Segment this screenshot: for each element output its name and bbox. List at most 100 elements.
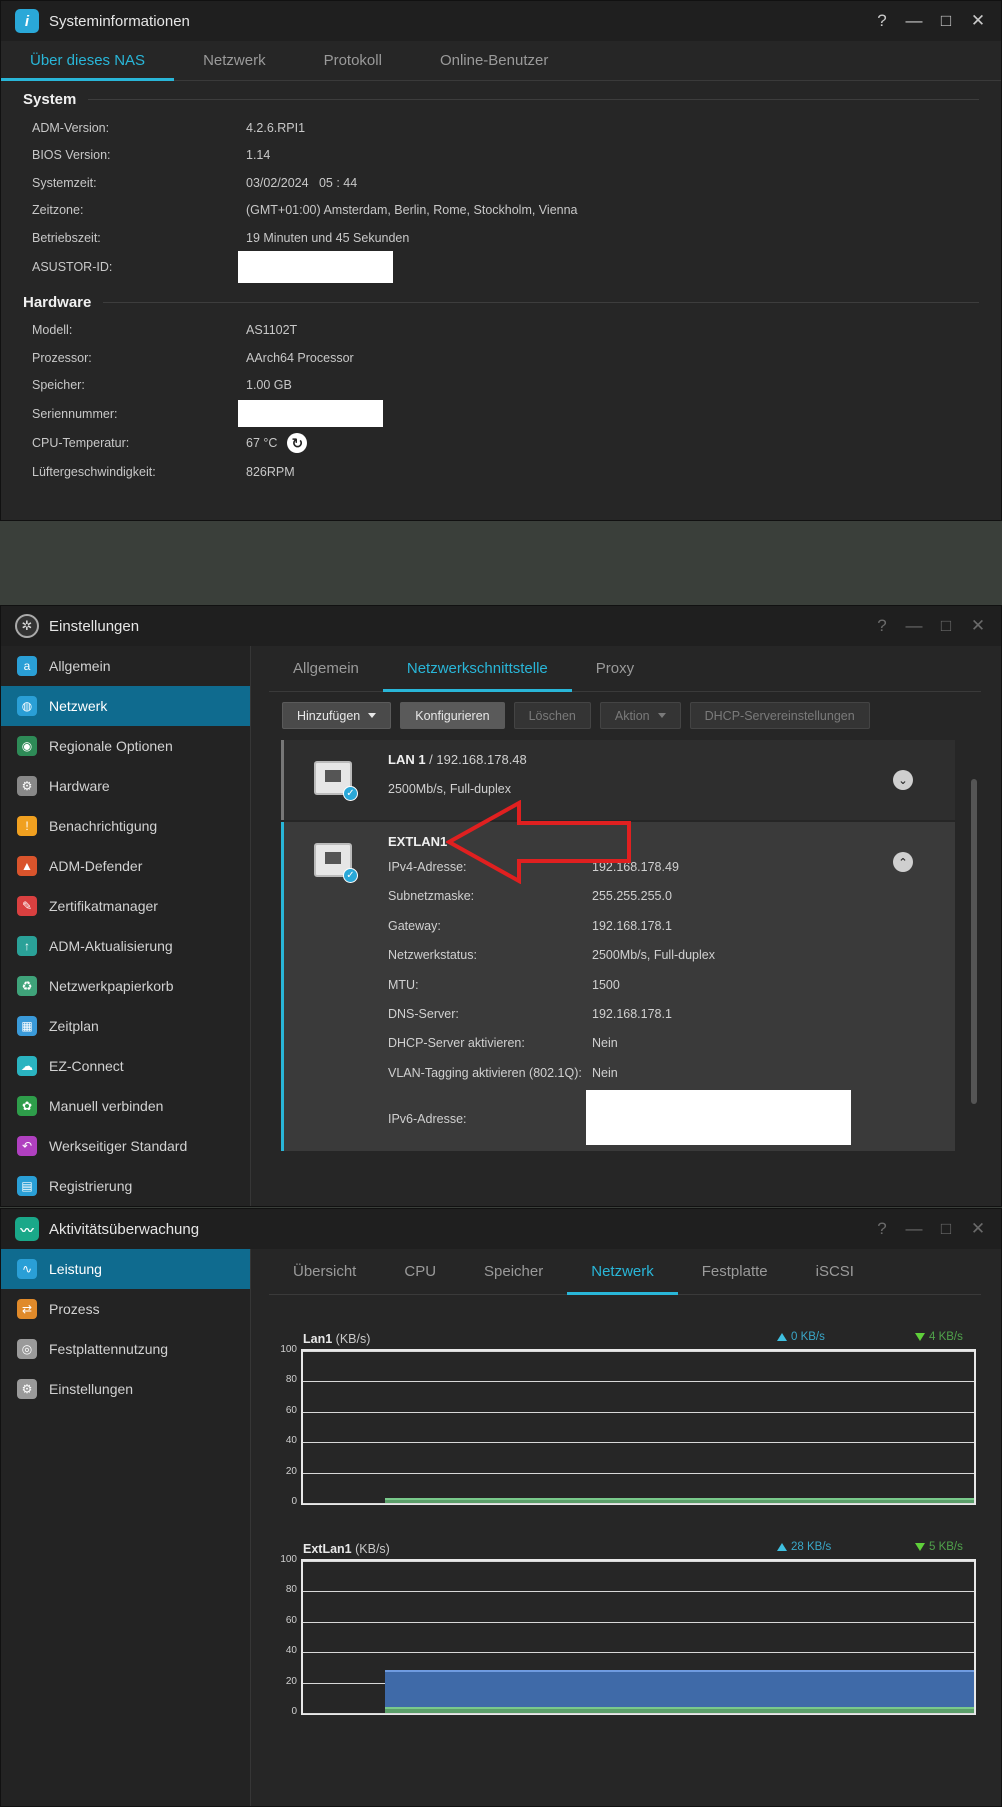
- network-port-icon: ✓: [314, 761, 358, 801]
- sidebar-item-einstellungen[interactable]: ⚙ Einstellungen: [1, 1369, 250, 1409]
- y-tick-label: 0: [291, 1496, 297, 1507]
- minimize-icon[interactable]: —: [905, 1219, 923, 1238]
- tab-disk[interactable]: Festplatte: [678, 1249, 792, 1294]
- detail-value: Nein: [592, 1036, 618, 1051]
- monitor-titlebar[interactable]: 〰 Aktivitätsüberwachung ? — □ ✕: [1, 1209, 1001, 1249]
- help-icon[interactable]: ?: [873, 1219, 891, 1238]
- sidebar-item-adm-defender[interactable]: ▲ ADM-Defender: [1, 846, 250, 886]
- check-icon: ✓: [343, 786, 358, 801]
- extlan1-detail-row: DHCP-Server aktivieren: Nein: [388, 1036, 618, 1050]
- tab-online-users[interactable]: Online-Benutzer: [411, 41, 577, 80]
- sidebar-item-adm-aktualisierung[interactable]: ↑ ADM-Aktualisierung: [1, 926, 250, 966]
- y-tick-label: 100: [280, 1554, 297, 1565]
- chart-title: ExtLan1 (KB/s): [303, 1542, 390, 1556]
- window-title: Aktivitätsüberwachung: [49, 1220, 200, 1238]
- close-icon[interactable]: ✕: [969, 1219, 987, 1238]
- download-rate: 4 KB/s: [915, 1331, 963, 1343]
- manual-connect-icon: ✿: [17, 1096, 37, 1116]
- extlan1-detail-row: Netzwerkstatus: 2500Mb/s, Full-duplex: [388, 948, 715, 962]
- scrollbar[interactable]: [971, 779, 977, 1104]
- sidebar-item-netzwerk[interactable]: ◍ Netzwerk: [1, 686, 250, 726]
- action-button[interactable]: Aktion: [599, 702, 681, 729]
- sidebar-item-werkseitiger-standard[interactable]: ↶ Werkseitiger Standard: [1, 1126, 250, 1166]
- general-icon: a: [17, 656, 37, 676]
- redacted-serial-number: [238, 400, 383, 427]
- tab-proxy[interactable]: Proxy: [572, 646, 658, 691]
- maximize-icon[interactable]: □: [937, 11, 955, 30]
- sidebar-item-registrierung[interactable]: ▤ Registrierung: [1, 1166, 250, 1206]
- minimize-icon[interactable]: —: [905, 616, 923, 635]
- detail-label: VLAN-Tagging aktivieren (802.1Q):: [388, 1065, 582, 1080]
- defender-icon: ▲: [17, 856, 37, 876]
- sidebar-item-zertifikatmanager[interactable]: ✎ Zertifikatmanager: [1, 886, 250, 926]
- settings-gear-icon: ⚙: [17, 1379, 37, 1399]
- tab-about-nas[interactable]: Über dieses NAS: [1, 41, 175, 81]
- info-row: Speicher: 1.00 GB: [32, 378, 292, 393]
- sidebar-item-ez-connect[interactable]: ☁ EZ-Connect: [1, 1046, 250, 1086]
- close-icon[interactable]: ✕: [969, 616, 987, 635]
- sidebar-item-hardware[interactable]: ⚙ Hardware: [1, 766, 250, 806]
- notification-icon: !: [17, 816, 37, 836]
- tab-memory[interactable]: Speicher: [460, 1249, 567, 1294]
- detail-label: MTU:: [388, 977, 419, 992]
- arrow-up-icon: [777, 1333, 787, 1341]
- sidebar-item-prozess[interactable]: ⇄ Prozess: [1, 1289, 250, 1329]
- ipv6-label: IPv6-Adresse:: [388, 1112, 467, 1126]
- redacted-ipv6-address: [586, 1090, 851, 1145]
- maximize-icon[interactable]: □: [937, 616, 955, 635]
- sidebar-item-manuell-verbinden[interactable]: ✿ Manuell verbinden: [1, 1086, 250, 1126]
- sidebar-item-zeitplan[interactable]: ▦ Zeitplan: [1, 1006, 250, 1046]
- refresh-icon[interactable]: ↻: [287, 433, 308, 453]
- delete-button[interactable]: Löschen: [513, 702, 591, 729]
- close-icon[interactable]: ✕: [969, 11, 987, 30]
- sidebar-item-allgemein[interactable]: a Allgemein: [1, 646, 250, 686]
- sidebar-item-leistung[interactable]: ∿ Leistung: [1, 1249, 250, 1289]
- chevron-up-icon[interactable]: ⌃: [893, 852, 913, 872]
- gridline: [303, 1472, 974, 1474]
- info-row: Lüftergeschwindigkeit: 826RPM: [32, 464, 295, 479]
- tab-network[interactable]: Netzwerk: [174, 41, 295, 80]
- sidebar-item-netzwerkpapierkorb[interactable]: ♻ Netzwerkpapierkorb: [1, 966, 250, 1006]
- sidebar-item-label: Zertifikatmanager: [49, 898, 158, 914]
- sidebar-item-label: ADM-Defender: [49, 858, 143, 874]
- y-tick-label: 20: [285, 1465, 297, 1477]
- dhcp-settings-button[interactable]: DHCP-Servereinstellungen: [689, 702, 870, 729]
- tab-general[interactable]: Allgemein: [269, 646, 383, 691]
- chevron-down-icon: [657, 713, 666, 718]
- help-icon[interactable]: ?: [873, 616, 891, 635]
- configure-button[interactable]: Konfigurieren: [400, 702, 505, 729]
- chart-title: Lan1 (KB/s): [303, 1332, 371, 1346]
- tab-overview[interactable]: Übersicht: [269, 1249, 380, 1294]
- extlan1-detail-row: VLAN-Tagging aktivieren (802.1Q): Nein: [388, 1066, 618, 1080]
- settings-titlebar[interactable]: ✲ Einstellungen ? — □ ✕: [1, 606, 1001, 646]
- arrow-up-icon: [777, 1543, 787, 1551]
- sidebar-item-label: Regionale Optionen: [49, 738, 173, 754]
- sidebar-item-benachrichtigung[interactable]: ! Benachrichtigung: [1, 806, 250, 846]
- minimize-icon[interactable]: —: [905, 11, 923, 30]
- chevron-down-icon[interactable]: ⌄: [893, 770, 913, 790]
- detail-value: 255.255.255.0: [592, 889, 672, 904]
- sidebar-item-festplattennutzung[interactable]: ◎ Festplattennutzung: [1, 1329, 250, 1369]
- detail-value: Nein: [592, 1065, 618, 1080]
- sysinfo-titlebar[interactable]: i Systeminformationen ? — □ ✕: [1, 1, 1001, 41]
- y-tick-label: 0: [291, 1706, 297, 1717]
- tab-iscsi[interactable]: iSCSI: [792, 1249, 878, 1294]
- factory-reset-icon: ↶: [17, 1136, 37, 1156]
- extlan1-detail-row: MTU: 1500: [388, 978, 620, 992]
- maximize-icon[interactable]: □: [937, 1219, 955, 1238]
- tab-network[interactable]: Netzwerk: [567, 1249, 678, 1295]
- info-row: Betriebszeit: 19 Minuten und 45 Sekunden: [32, 230, 410, 245]
- add-button[interactable]: Hinzufügen: [282, 702, 392, 729]
- tab-cpu[interactable]: CPU: [380, 1249, 460, 1294]
- chevron-down-icon: [368, 713, 377, 718]
- check-icon: ✓: [343, 868, 358, 883]
- sidebar-item-regionale-optionen[interactable]: ◉ Regionale Optionen: [1, 726, 250, 766]
- help-icon[interactable]: ?: [873, 11, 891, 30]
- tab-network-interface[interactable]: Netzwerkschnittstelle: [382, 646, 572, 692]
- schedule-icon: ▦: [17, 1016, 37, 1036]
- window-title: Systeminformationen: [49, 12, 190, 30]
- detail-value: 192.168.178.1: [592, 1007, 672, 1021]
- disk-usage-icon: ◎: [17, 1339, 37, 1359]
- gridline: [303, 1713, 974, 1714]
- tab-log[interactable]: Protokoll: [295, 41, 411, 80]
